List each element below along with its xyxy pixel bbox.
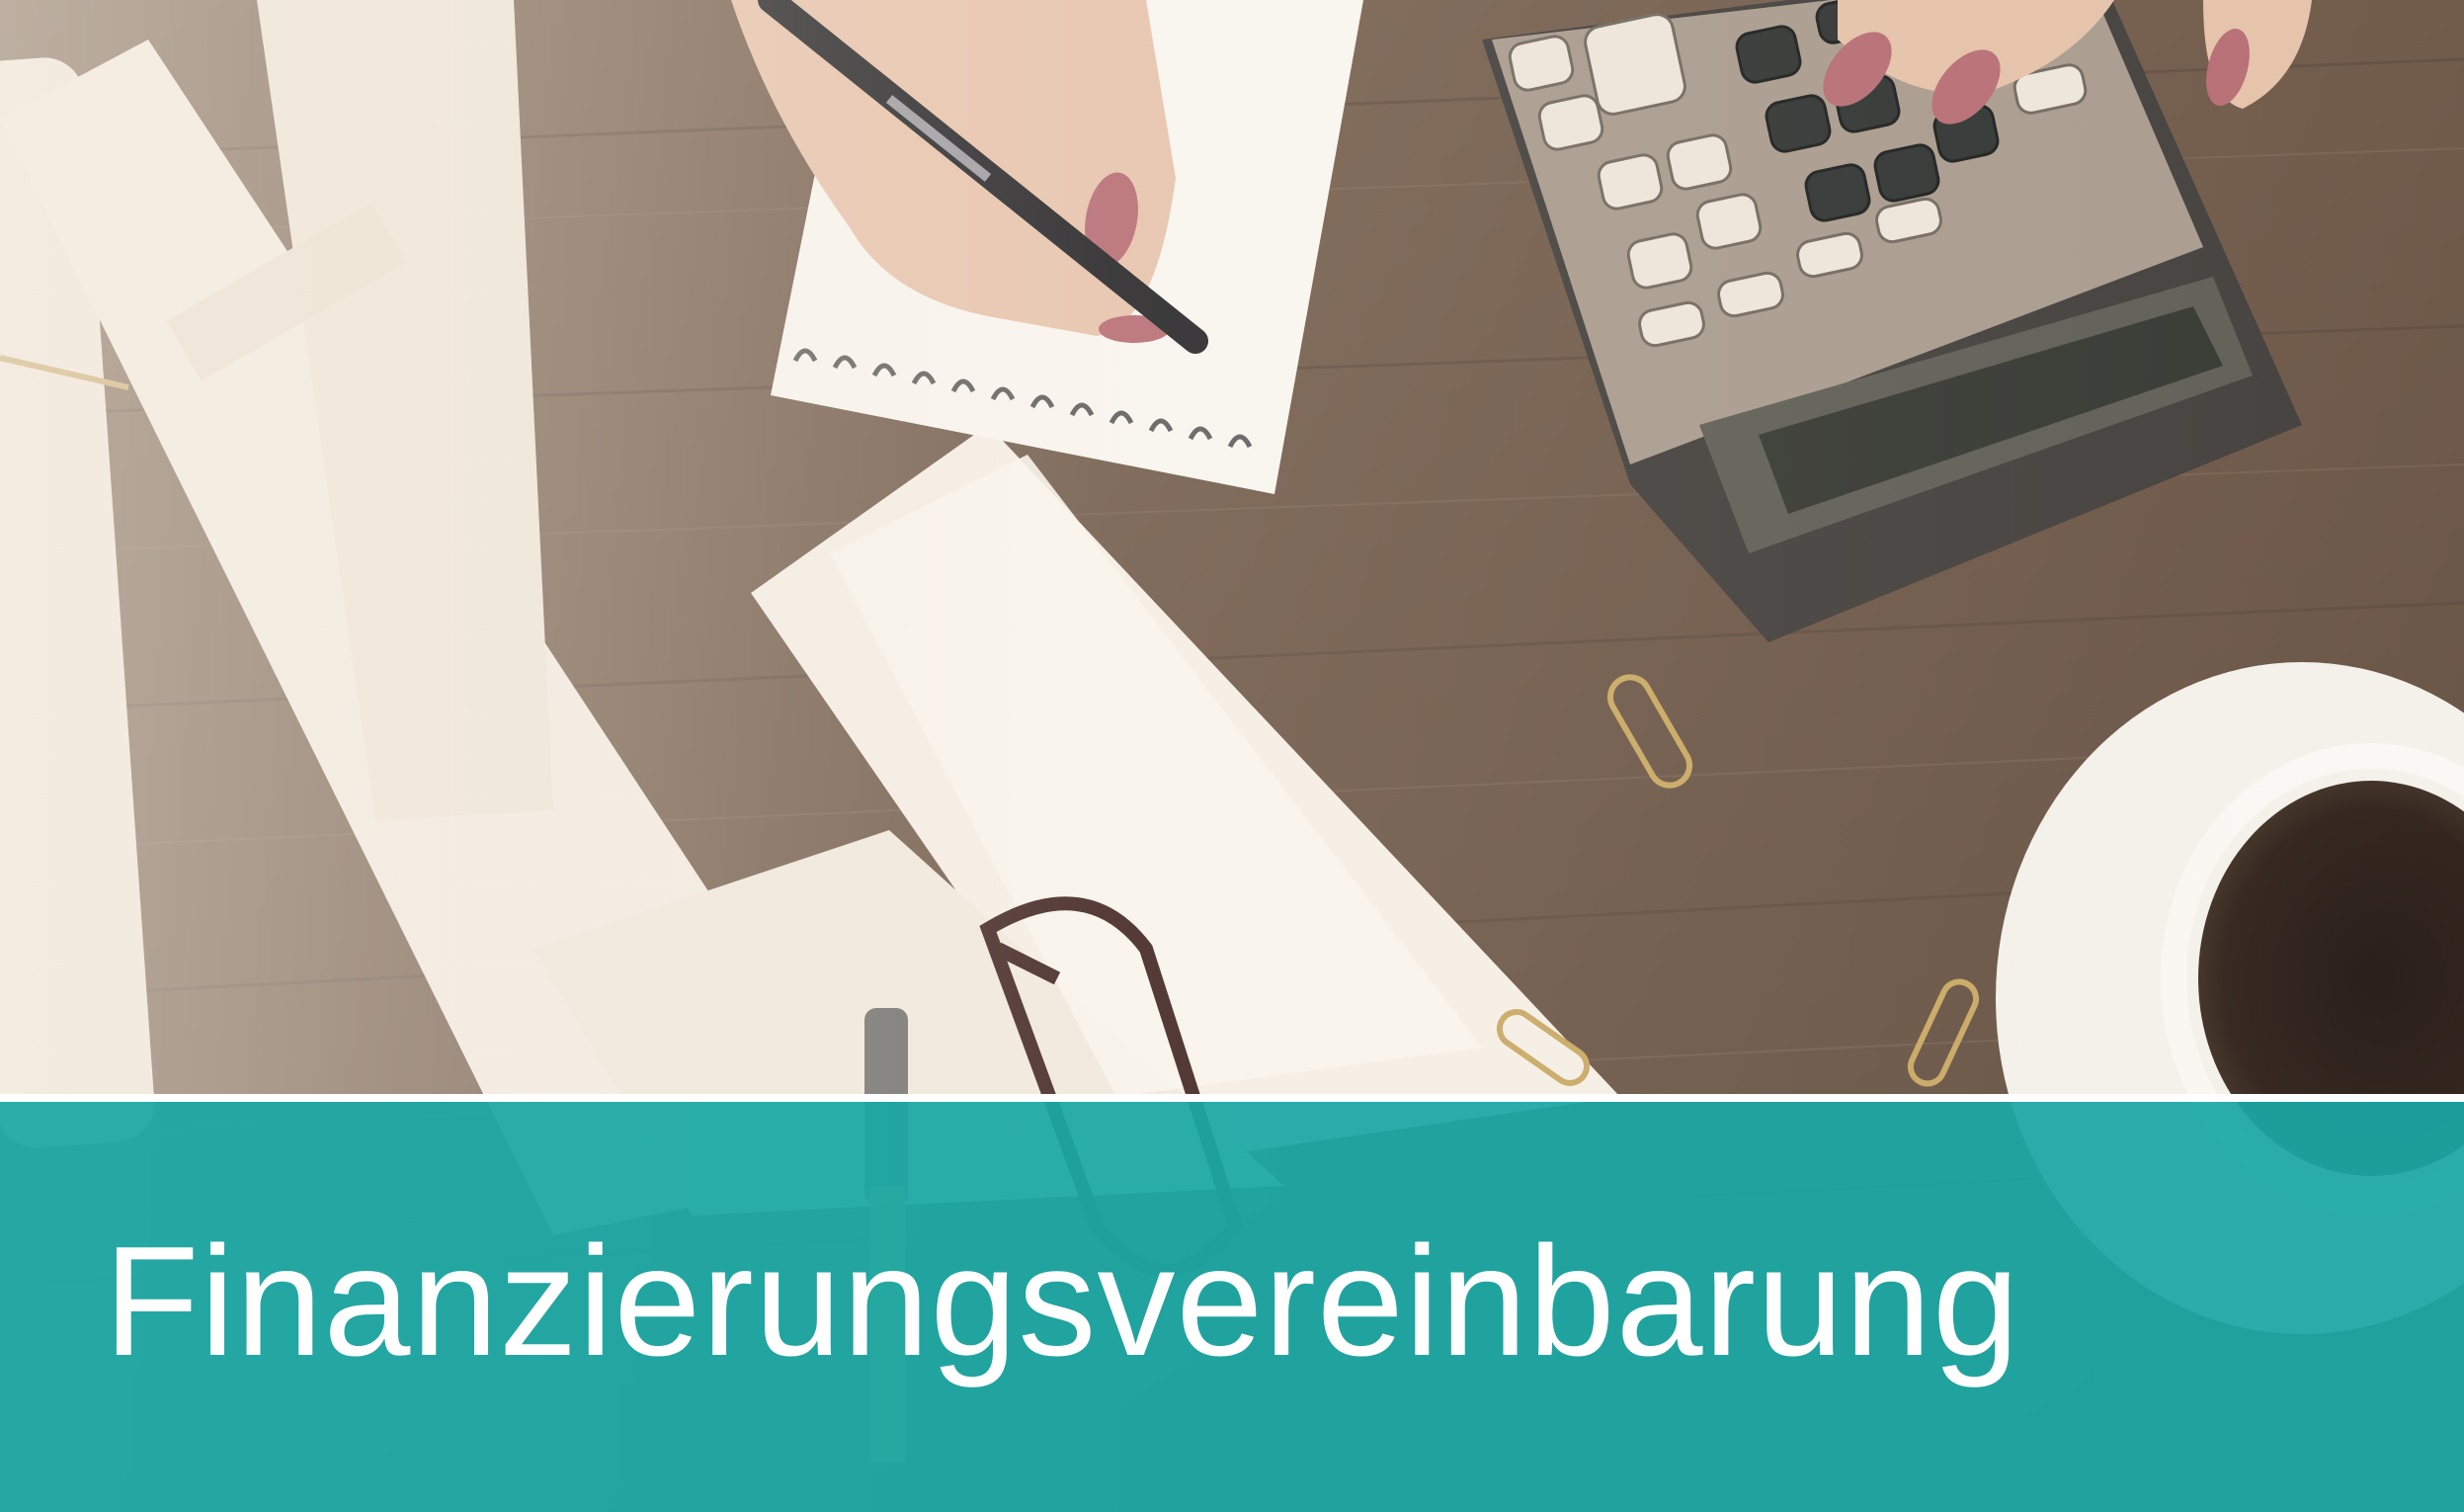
hero-banner: Finanzierungsvereinbarung [0, 0, 2464, 1512]
banner-title: Finanzierungsvereinbarung [104, 1215, 2020, 1388]
